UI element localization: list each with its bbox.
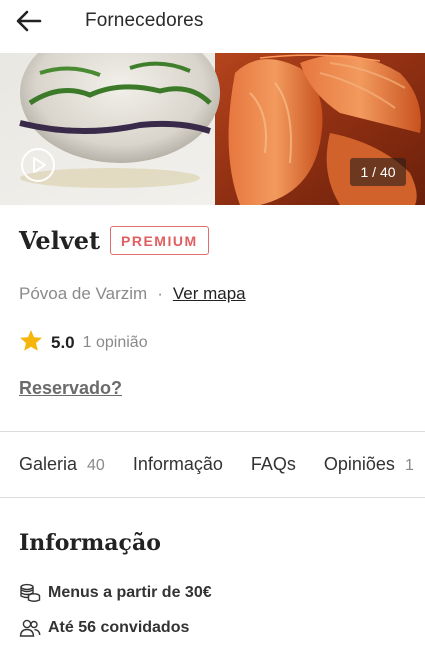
info-text: Menus a partir de 30€ [48,584,212,601]
info-item-guests: Até 56 convidados [19,618,189,638]
reserved-link[interactable]: Reservado? [19,378,122,399]
section-title: Informação [19,530,161,556]
location-row: Póvoa de Varzim · Ver mapa [19,284,246,304]
arrow-left-icon[interactable] [14,8,44,34]
page-title: Fornecedores [85,10,204,31]
tab-count: 40 [87,457,105,474]
rating-row[interactable]: 5.0 1 opinião [19,329,148,357]
play-circle-icon[interactable] [20,147,56,183]
premium-badge: PREMIUM [110,226,209,255]
separator-dot: · [157,284,163,303]
tab-faqs[interactable]: FAQs [251,454,296,475]
section-tabs: Galeria 40 Informação FAQs Opiniões 1 [19,454,425,475]
tab-label: Galeria [19,454,78,474]
tab-label: FAQs [250,454,296,474]
map-link[interactable]: Ver mapa [173,284,246,304]
tab-reviews[interactable]: Opiniões 1 [324,454,414,475]
vendor-name: Velvet [19,226,101,255]
coins-icon [19,583,41,603]
rating-value: 5.0 [51,333,75,352]
guests-icon [19,618,41,638]
tab-count: 1 [404,457,414,474]
photo-counter: 1 / 40 [350,158,406,186]
review-count: 1 opinião [82,334,148,351]
location-text: Póvoa de Varzim [19,284,148,303]
divider [0,497,425,498]
tab-label: Informação [132,454,223,474]
tab-information[interactable]: Informação [133,454,223,475]
info-item-price: Menus a partir de 30€ [19,583,212,603]
info-text: Até 56 convidados [48,619,190,636]
top-bar: Fornecedores [0,0,425,50]
star-icon [19,329,43,357]
tab-gallery[interactable]: Galeria 40 [19,454,105,475]
tab-label: Opiniões [323,454,395,474]
divider [0,431,425,432]
